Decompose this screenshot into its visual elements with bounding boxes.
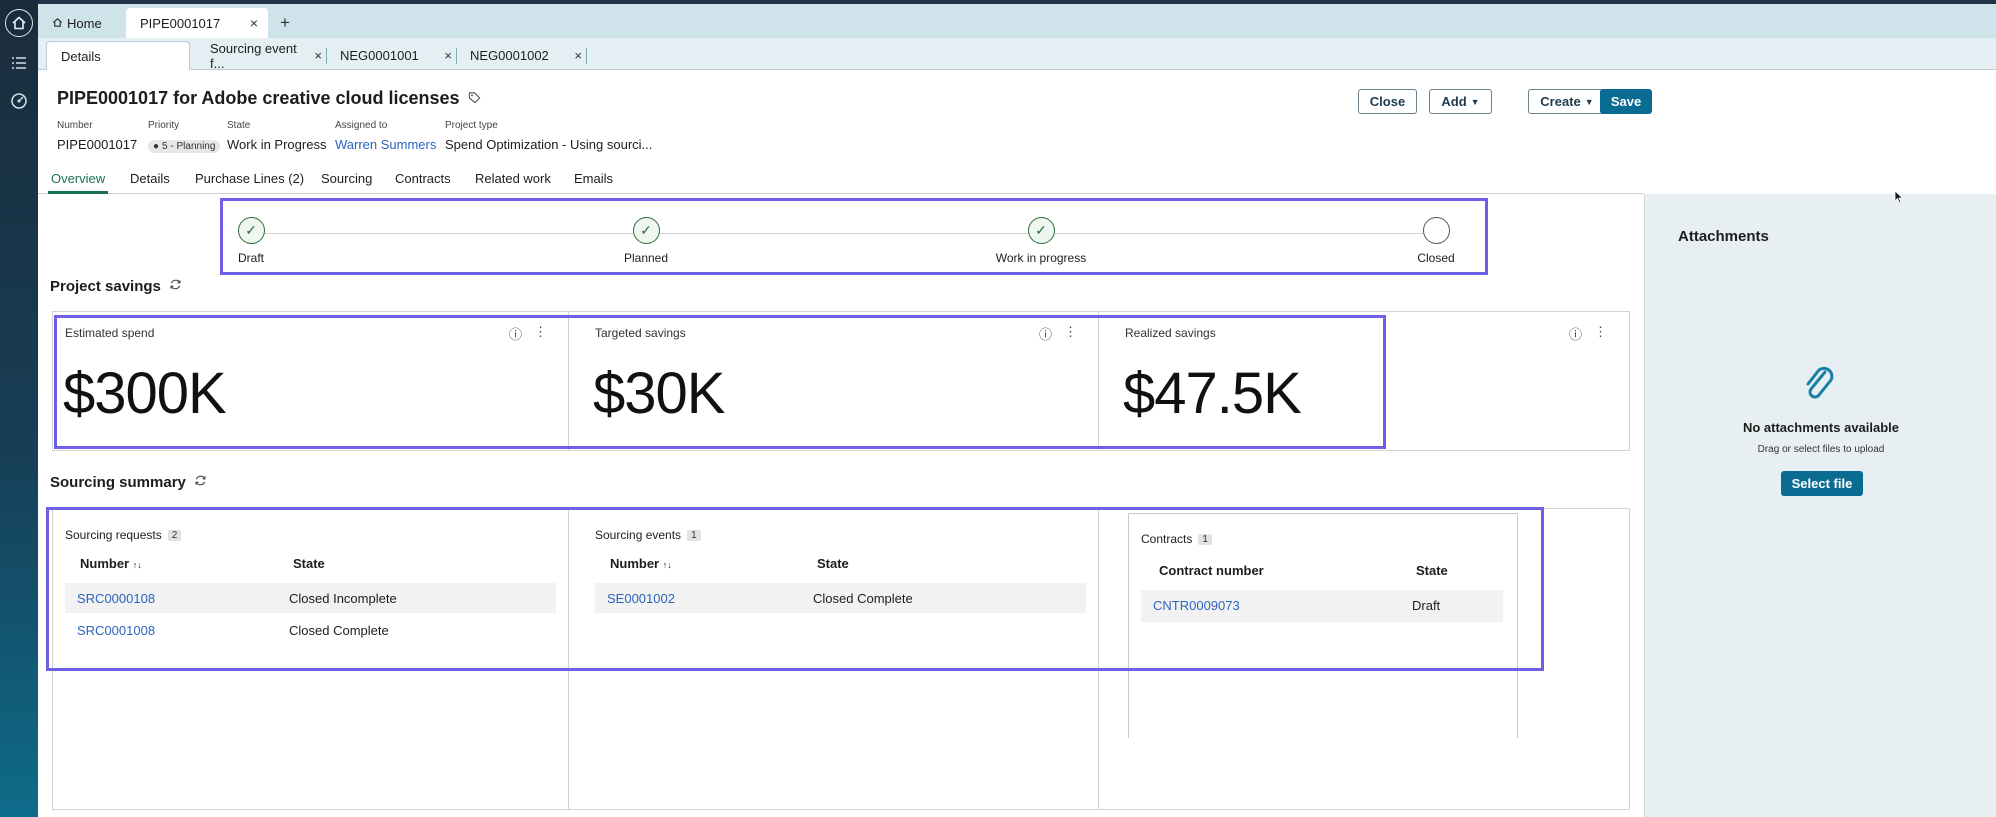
tab-sourcing[interactable]: Sourcing: [321, 171, 372, 194]
select-file-label: Select file: [1791, 476, 1853, 491]
tab-overview[interactable]: Overview: [48, 171, 109, 194]
subtab-label: NEG0001002: [470, 48, 549, 63]
step-closed: Closed: [1376, 217, 1496, 265]
field-state: State Work in Progress: [227, 120, 326, 152]
refresh-icon[interactable]: [194, 474, 207, 491]
field-value: Spend Optimization - Using sourci...: [445, 137, 653, 152]
record-tab-bar: Details Sourcing event f... × NEG0001001…: [38, 38, 1996, 71]
tab-home-label: Home: [67, 15, 102, 31]
subtab-label: NEG0001001: [340, 48, 419, 63]
section-title: Project savings: [50, 278, 161, 295]
field-project-type: Project type Spend Optimization - Using …: [445, 120, 652, 152]
nav-rail: [0, 0, 38, 817]
home-icon: [52, 16, 63, 31]
step-label: Draft: [237, 251, 264, 265]
field-label: Number: [57, 120, 93, 131]
step-draft: ✓ Draft: [191, 217, 311, 265]
tab-emails[interactable]: Emails: [574, 171, 613, 194]
create-button-label: Create: [1540, 94, 1581, 109]
check-icon: ✓: [1027, 217, 1055, 244]
workspace-tab-bar: Home PIPE0001017 × +: [38, 4, 1996, 38]
step-planned: ✓ Planned: [586, 217, 706, 265]
section-title: Sourcing summary: [50, 474, 186, 491]
priority-badge: ● 5 - Planning: [148, 140, 221, 153]
close-button[interactable]: Close: [1358, 89, 1417, 114]
select-file-button[interactable]: Select file: [1781, 471, 1863, 496]
tab-pipe0001017[interactable]: PIPE0001017 ×: [126, 8, 268, 38]
add-tab-button[interactable]: +: [280, 8, 290, 38]
highlight-savings: [54, 315, 1386, 449]
empty-circle-icon: [1422, 217, 1450, 244]
tab-purchase-lines[interactable]: Purchase Lines (2): [195, 171, 304, 194]
check-icon: ✓: [237, 217, 265, 244]
empty-state-hint: Drag or select files to upload: [1757, 444, 1885, 455]
step-label: Closed: [1417, 251, 1455, 265]
attachments-title: Attachments: [1678, 228, 1769, 245]
state-stepper: ✓ Draft ✓ Planned ✓ Work in progress Clo…: [220, 198, 1488, 275]
field-label: Assigned to: [335, 120, 388, 131]
subtab-details-label: Details: [61, 48, 101, 64]
mouse-cursor-icon: [1894, 190, 1904, 207]
field-number: Number PIPE0001017: [57, 120, 137, 152]
save-button[interactable]: Save: [1600, 89, 1652, 114]
tab-contracts[interactable]: Contracts: [395, 171, 451, 194]
more-vertical-icon[interactable]: ⋮: [1594, 324, 1607, 343]
tab-details[interactable]: Details: [130, 171, 170, 194]
subtab-neg0001002[interactable]: NEG0001002 ×: [456, 41, 587, 70]
subtab-sourcing-event[interactable]: Sourcing event f... ×: [196, 40, 327, 71]
save-button-label: Save: [1610, 94, 1642, 109]
home-icon[interactable]: [5, 9, 33, 37]
add-button[interactable]: Add ▼: [1429, 89, 1492, 114]
field-label: State: [227, 120, 251, 131]
add-button-label: Add: [1441, 94, 1467, 109]
tab-label: PIPE0001017: [140, 15, 221, 31]
close-icon[interactable]: ×: [314, 48, 322, 63]
form-tabs: Overview Details Purchase Lines (2) Sour…: [38, 166, 1644, 194]
check-icon: ✓: [632, 217, 660, 244]
field-priority: Priority ● 5 - Planning: [148, 120, 221, 153]
field-label: Project type: [445, 120, 498, 131]
project-savings-heading: Project savings: [50, 278, 182, 295]
list-icon[interactable]: [4, 48, 34, 78]
tab-related-work[interactable]: Related work: [475, 171, 551, 194]
field-label: Priority: [148, 120, 180, 131]
close-button-label: Close: [1369, 94, 1406, 109]
record-header: PIPE0001017 for Adobe creative cloud lic…: [57, 88, 481, 109]
step-label: Planned: [623, 251, 669, 265]
tab-home[interactable]: Home: [44, 8, 110, 38]
refresh-icon[interactable]: [169, 278, 182, 295]
empty-state-title: No attachments available: [1742, 420, 1900, 435]
assigned-to-link[interactable]: Warren Summers: [335, 137, 436, 152]
subtab-details[interactable]: Details: [46, 41, 190, 70]
close-icon[interactable]: ×: [250, 15, 258, 31]
close-icon[interactable]: ×: [574, 48, 582, 63]
subtab-label: Sourcing event f...: [210, 40, 297, 71]
field-assigned-to: Assigned to Warren Summers: [335, 120, 436, 152]
priority-text: 5 - Planning: [162, 141, 216, 152]
step-label: Work in progress: [995, 251, 1087, 265]
attachments-panel: Attachments No attachments available Dra…: [1644, 194, 1996, 817]
caret-down-icon: ▼: [1470, 96, 1480, 107]
subtab-neg0001001[interactable]: NEG0001001 ×: [326, 41, 457, 70]
page-title: PIPE0001017 for Adobe creative cloud lic…: [57, 88, 460, 108]
tag-icon[interactable]: [468, 88, 481, 109]
paperclip-icon: [1799, 362, 1839, 409]
field-value: Work in Progress: [227, 137, 327, 152]
close-icon[interactable]: ×: [444, 48, 452, 63]
sourcing-summary-heading: Sourcing summary: [50, 474, 207, 491]
info-icon[interactable]: ⓘ: [1569, 324, 1582, 343]
field-value: PIPE0001017: [57, 137, 138, 152]
step-work-in-progress: ✓ Work in progress: [981, 217, 1101, 265]
dot-icon: ●: [153, 141, 160, 152]
stepper-track: [248, 233, 1430, 234]
create-button[interactable]: Create ▼: [1528, 89, 1606, 114]
highlight-sourcing-summary: [46, 507, 1544, 671]
dashboard-icon[interactable]: [4, 86, 34, 116]
field-value: ● 5 - Planning: [148, 137, 221, 153]
caret-down-icon: ▼: [1584, 96, 1594, 107]
